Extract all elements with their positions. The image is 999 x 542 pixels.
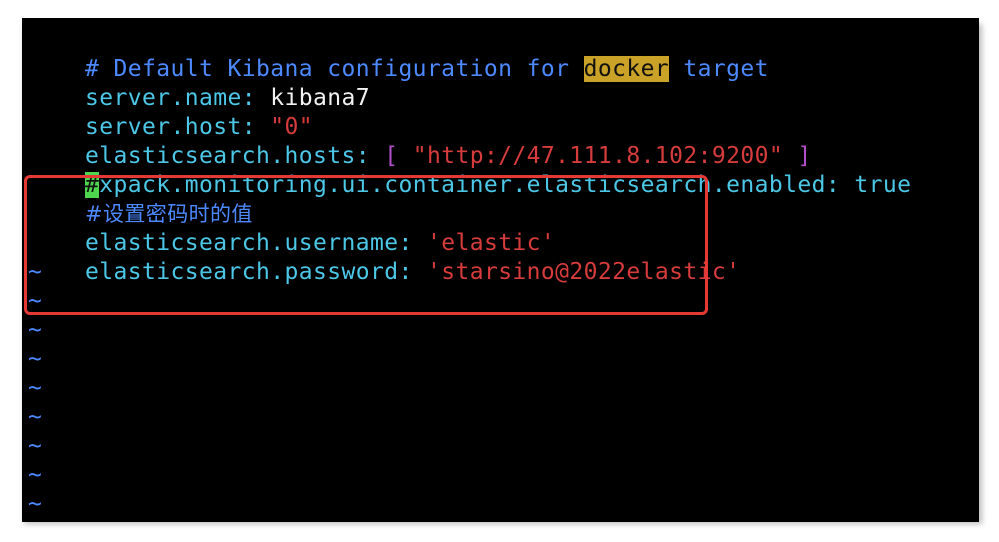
comment-text-suffix: target: [669, 56, 769, 82]
config-value: true: [854, 172, 912, 198]
config-line-comment-header[interactable]: # Default Kibana configuration for docke…: [28, 26, 769, 82]
empty-line-marker: ~: [28, 346, 43, 372]
red-annotation-box: [24, 175, 708, 315]
empty-line-marker: ~: [28, 375, 43, 401]
empty-line-marker: ~: [28, 462, 43, 488]
search-highlight-docker: docker: [583, 56, 670, 82]
config-line-xpack-monitoring[interactable]: #xpack.monitoring.ui.container.elasticse…: [28, 142, 911, 198]
empty-line-marker: ~: [28, 404, 43, 430]
empty-line-marker: ~: [28, 317, 43, 343]
config-separator: :: [825, 172, 855, 198]
empty-line-marker: ~: [28, 433, 43, 459]
config-line-server-host[interactable]: server.host: "0": [28, 84, 313, 140]
config-line-elasticsearch-hosts[interactable]: elasticsearch.hosts: [ "http://47.111.8.…: [28, 113, 812, 169]
empty-line-marker: ~: [28, 491, 43, 517]
config-line-server-name[interactable]: server.name: kibana7: [28, 55, 370, 111]
